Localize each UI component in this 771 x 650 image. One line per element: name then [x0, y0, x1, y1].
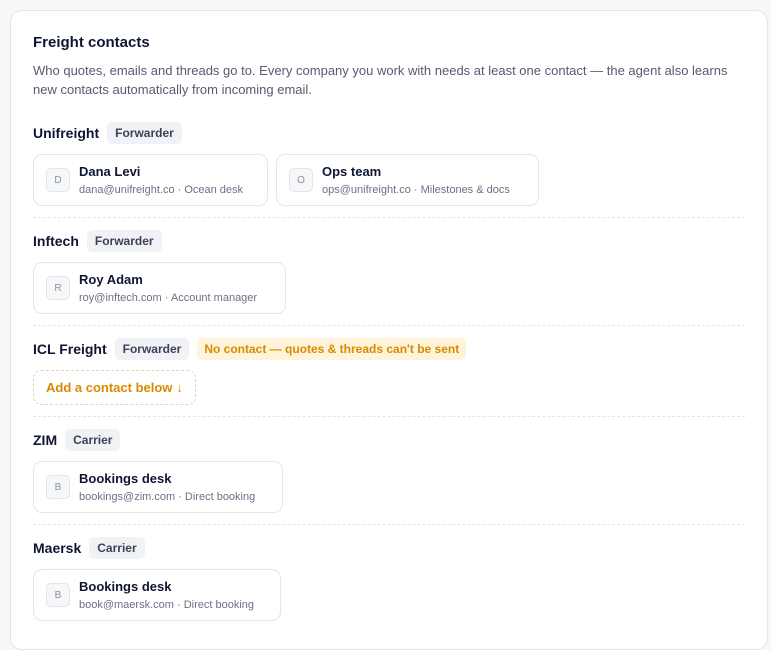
contact-card[interactable]: B Bookings desk bookings@zim.com · Direc…: [33, 461, 283, 513]
avatar: D: [46, 168, 70, 192]
no-contact-warning-badge: No contact — quotes & threads can't be s…: [197, 338, 467, 360]
add-contact-button[interactable]: Add a contact below ↓: [33, 370, 196, 405]
contact-card[interactable]: D Dana Levi dana@unifreight.co · Ocean d…: [33, 154, 268, 206]
company-type-badge: Carrier: [89, 537, 145, 559]
company-type-badge: Forwarder: [107, 122, 182, 144]
contact-card[interactable]: B Bookings desk book@maersk.com · Direct…: [33, 569, 281, 621]
contact-name: Bookings desk: [79, 578, 172, 594]
contact-detail: dana@unifreight.co · Ocean desk: [79, 183, 244, 196]
freight-contacts-panel: Freight contacts Who quotes, emails and …: [10, 10, 768, 650]
contact-name: Dana Levi: [79, 163, 141, 179]
company-type-badge: Forwarder: [86, 230, 162, 252]
company-name: Inftech: [33, 233, 79, 249]
company-group-unifreight: Unifreight Forwarder D Dana Levi dana@un…: [33, 99, 745, 206]
contact-detail: book@maersk.com · Direct booking: [79, 598, 255, 611]
section-title: Freight contacts: [33, 34, 150, 51]
avatar: B: [46, 475, 70, 499]
company-name: ZIM: [33, 432, 58, 448]
company-name: ICL Freight: [33, 341, 107, 357]
avatar: B: [46, 583, 70, 607]
company-type-badge: Carrier: [65, 429, 121, 451]
contact-card[interactable]: R Roy Adam roy@inftech.com · Account man…: [33, 262, 286, 314]
contact-detail: ops@unifreight.co · Milestones & docs: [322, 183, 510, 196]
avatar: O: [289, 168, 313, 192]
contact-detail: roy@inftech.com · Account manager: [79, 291, 258, 304]
contact-card[interactable]: O Ops team ops@unifreight.co · Milestone…: [276, 154, 539, 206]
company-group-maersk: Maersk Carrier B Bookings desk book@maer…: [33, 524, 745, 621]
company-name: Maersk: [33, 540, 82, 556]
company-group-icl-freight: ICL Freight Forwarder No contact — quote…: [33, 325, 745, 405]
add-contact-label: Add a contact below: [46, 380, 173, 395]
section-description: Who quotes, emails and threads go to. Ev…: [33, 63, 728, 97]
contact-name: Bookings desk: [79, 470, 172, 486]
company-group-inftech: Inftech Forwarder R Roy Adam roy@inftech…: [33, 217, 745, 314]
contact-name: Ops team: [322, 163, 382, 179]
arrow-down-icon: ↓: [176, 380, 183, 395]
company-name: Unifreight: [33, 125, 100, 141]
company-group-zim: ZIM Carrier B Bookings desk bookings@zim…: [33, 416, 745, 513]
avatar: R: [46, 276, 70, 300]
company-type-badge: Forwarder: [114, 338, 190, 360]
contact-detail: bookings@zim.com · Direct booking: [79, 490, 256, 503]
contact-name: Roy Adam: [79, 271, 143, 287]
